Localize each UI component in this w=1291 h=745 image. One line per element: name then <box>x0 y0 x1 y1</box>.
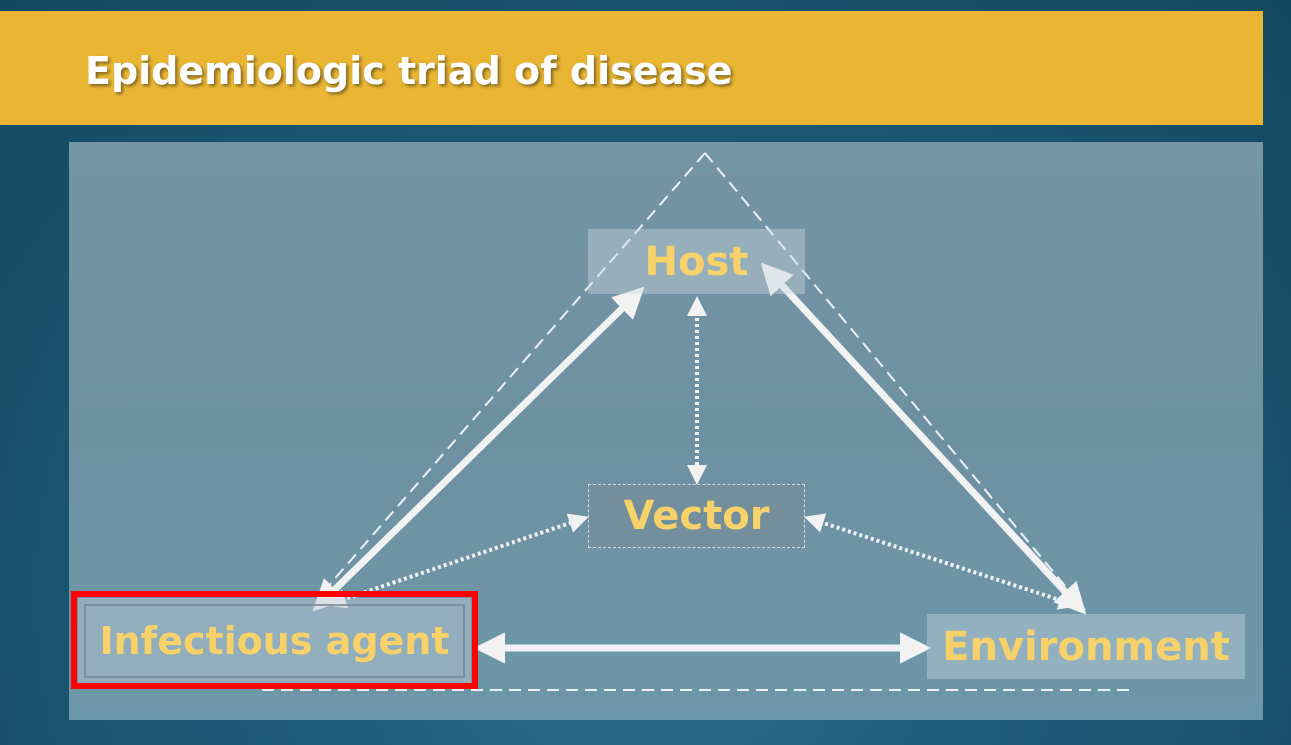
selection-highlight <box>71 591 478 689</box>
agent-host-arrow <box>312 286 645 612</box>
vector-node[interactable]: Vector <box>588 484 805 548</box>
host-environment-arrow <box>760 262 1087 615</box>
environment-node[interactable]: Environment <box>927 614 1245 679</box>
host-node[interactable]: Host <box>588 229 805 294</box>
